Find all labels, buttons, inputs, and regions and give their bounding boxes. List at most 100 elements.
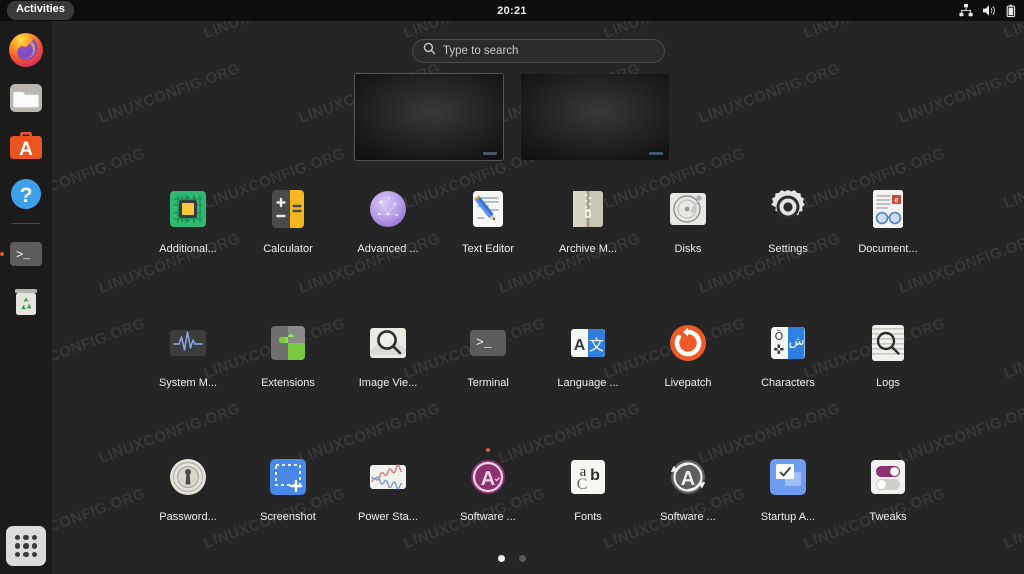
tweaks-icon	[865, 454, 911, 500]
logs-icon	[865, 320, 911, 366]
language-support-icon: A 文	[565, 320, 611, 366]
app-label: System M...	[158, 377, 218, 389]
app-label: Disks	[674, 243, 702, 255]
app-label: Document...	[858, 243, 918, 255]
app-label: Livepatch	[664, 377, 712, 389]
workspace-thumbnail-1[interactable]	[354, 73, 504, 161]
dock-item-trash[interactable]	[6, 282, 46, 322]
app-item-logs[interactable]: Logs	[838, 312, 938, 446]
grid-dot	[23, 535, 29, 541]
document-viewer-icon: e	[865, 186, 911, 232]
system-monitor-icon	[165, 320, 211, 366]
page-dot-1[interactable]	[498, 555, 505, 562]
advanced-settings-icon	[365, 186, 411, 232]
app-label: Additional...	[159, 243, 217, 255]
app-label: Image Vie...	[358, 377, 418, 389]
extensions-icon	[265, 320, 311, 366]
app-label: Software ...	[460, 511, 516, 523]
characters-icon: Ö ✜ ش	[765, 320, 811, 366]
app-label: Tweaks	[869, 511, 907, 523]
page-dot-2[interactable]	[519, 555, 526, 562]
battery-icon[interactable]	[1006, 4, 1016, 18]
passwords-and-keys-icon	[165, 454, 211, 500]
app-item-calculator[interactable]: Calculator	[238, 178, 338, 312]
app-item-advanced-settings[interactable]: Advanced ...	[338, 178, 438, 312]
software-updates-icon: A	[465, 454, 511, 500]
grid-dot	[31, 535, 37, 541]
screenshot-icon	[265, 454, 311, 500]
svg-text:A: A	[574, 337, 586, 354]
svg-text:?: ?	[20, 184, 33, 207]
app-label: Logs	[876, 377, 900, 389]
app-label: Startup A...	[760, 511, 816, 523]
app-label: Software ...	[660, 511, 716, 523]
svg-text:b: b	[590, 467, 600, 484]
app-item-livepatch[interactable]: Livepatch	[638, 312, 738, 446]
dock-item-terminal[interactable]: >_	[0, 234, 46, 274]
grid-dot	[31, 543, 37, 549]
svg-text:>_: >_	[476, 335, 492, 350]
volume-icon[interactable]	[982, 4, 997, 17]
app-label: Text Editor	[462, 243, 514, 255]
clock[interactable]: 20:21	[0, 5, 1024, 17]
app-label: Terminal	[467, 377, 509, 389]
fonts-icon: a b C	[565, 454, 611, 500]
workspace-switcher	[0, 73, 1024, 161]
app-item-settings[interactable]: Settings	[738, 178, 838, 312]
svg-text:文: 文	[589, 336, 604, 354]
app-item-disks[interactable]: Disks	[638, 178, 738, 312]
app-item-text-editor[interactable]: Text Editor	[438, 178, 538, 312]
app-item-document-viewer[interactable]: e Document...	[838, 178, 938, 312]
app-label: Language ...	[557, 377, 619, 389]
grid-dot	[31, 551, 37, 557]
svg-text:C: C	[577, 476, 588, 493]
archive-manager-icon	[565, 186, 611, 232]
dock-item-help[interactable]: ?	[6, 174, 46, 214]
software-updater-icon: A	[665, 454, 711, 500]
dock-item-ubuntu-software[interactable]: A	[6, 126, 46, 166]
text-editor-icon	[465, 186, 511, 232]
dock-item-files[interactable]	[6, 78, 46, 118]
app-label: Power Sta...	[358, 511, 418, 523]
search-entry[interactable]: Type to search	[412, 39, 665, 63]
network-icon[interactable]	[959, 4, 973, 17]
svg-text:Ö: Ö	[775, 330, 784, 343]
dock-item-firefox[interactable]	[6, 30, 46, 70]
app-label: Calculator	[263, 243, 313, 255]
power-statistics-icon	[365, 454, 411, 500]
page-indicator	[0, 555, 1024, 562]
startup-applications-icon	[765, 454, 811, 500]
running-indicator	[0, 252, 4, 256]
calculator-icon	[265, 186, 311, 232]
grid-dot	[15, 535, 21, 541]
app-item-characters[interactable]: Ö ✜ ش Characters	[738, 312, 838, 446]
app-label: Advanced ...	[357, 243, 419, 255]
search-icon	[423, 42, 436, 60]
system-tray	[959, 4, 1016, 18]
app-label: Password...	[159, 511, 217, 523]
svg-text:>_: >_	[16, 248, 31, 262]
app-item-terminal[interactable]: >_ Terminal	[438, 312, 538, 452]
show-applications-button[interactable]	[6, 526, 46, 566]
app-item-system-monitor[interactable]: System M...	[138, 312, 238, 446]
app-label: Settings	[768, 243, 808, 255]
livepatch-icon	[665, 320, 711, 366]
svg-text:A: A	[681, 468, 695, 490]
app-label: Fonts	[574, 511, 602, 523]
terminal-icon: >_	[465, 320, 511, 366]
app-item-image-viewer[interactable]: Image Vie...	[338, 312, 438, 446]
app-label: Extensions	[261, 377, 315, 389]
svg-text:e: e	[895, 195, 899, 205]
svg-text:✜: ✜	[774, 343, 785, 358]
app-item-archive-manager[interactable]: Archive M...	[538, 178, 638, 312]
search-placeholder: Type to search	[443, 45, 519, 57]
app-item-additional-drivers[interactable]: Additional...	[138, 178, 238, 312]
image-viewer-icon	[365, 320, 411, 366]
app-label: Archive M...	[558, 243, 618, 255]
app-item-language-support[interactable]: A 文 Language ...	[538, 312, 638, 446]
app-item-extensions[interactable]: Extensions	[238, 312, 338, 446]
watermark-text: LINUXCONFIG.ORG	[1001, 485, 1024, 552]
svg-text:A: A	[19, 139, 33, 160]
workspace-thumbnail-2[interactable]	[521, 74, 669, 160]
dock: A ? >_	[0, 21, 52, 574]
